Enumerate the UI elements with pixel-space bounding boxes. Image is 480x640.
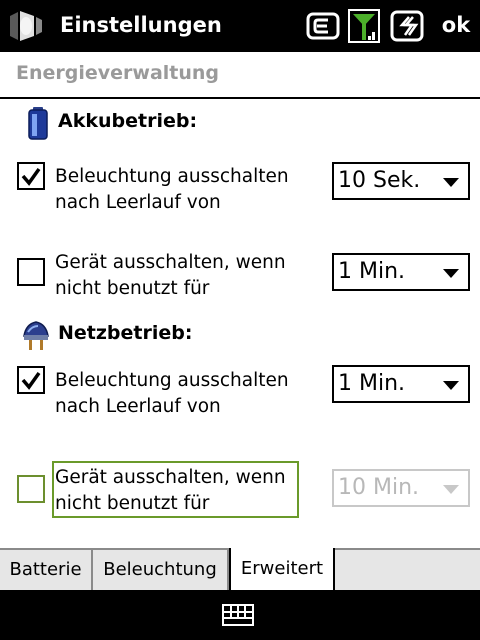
tab-bar: Batterie Beleuchtung Erweitert <box>0 548 480 592</box>
dropdown-arrow-icon <box>443 269 459 278</box>
dropdown-arrow-icon <box>443 381 459 390</box>
data-connection-icon[interactable] <box>390 8 424 44</box>
battery-backlight-checkbox[interactable] <box>17 162 45 190</box>
connectivity-icon[interactable] <box>306 8 340 44</box>
dropdown-arrow-icon <box>443 485 459 494</box>
app-title: Einstellungen <box>60 13 222 37</box>
page-title: Energieverwaltung <box>16 62 220 84</box>
header-divider <box>0 97 480 99</box>
dropdown-arrow-icon <box>443 178 459 187</box>
external-section-heading: Netzbetrieb: <box>58 322 193 344</box>
battery-icon <box>24 106 52 140</box>
start-icon[interactable] <box>4 6 48 46</box>
battery-backlight-label: Beleuchtung ausschalten nach Leerlauf vo… <box>55 166 289 213</box>
external-device-off-dropdown[interactable]: 10 Min. <box>332 469 470 507</box>
battery-backlight-dropdown[interactable]: 10 Sek. <box>332 162 470 200</box>
tab-beleuchtung[interactable]: Beleuchtung <box>93 550 229 590</box>
keyboard-icon[interactable] <box>222 604 254 626</box>
dropdown-value: 10 Sek. <box>338 168 421 193</box>
signal-icon[interactable] <box>348 8 380 44</box>
checkmark-icon <box>21 371 41 390</box>
battery-device-off-label: Gerät ausschalten, wenn nicht benutzt fü… <box>55 252 286 299</box>
tab-batterie[interactable]: Batterie <box>0 550 93 590</box>
dropdown-value: 1 Min. <box>338 371 406 396</box>
battery-device-off-checkbox[interactable] <box>17 258 45 286</box>
battery-device-off-dropdown[interactable]: 1 Min. <box>332 253 470 291</box>
external-backlight-dropdown[interactable]: 1 Min. <box>332 365 470 403</box>
dropdown-value: 1 Min. <box>338 259 406 284</box>
external-device-off-checkbox[interactable] <box>17 475 45 503</box>
softkey-bar <box>0 590 480 640</box>
title-bar: Einstellungen ok <box>0 0 480 52</box>
dropdown-value: 10 Min. <box>338 475 420 500</box>
checkmark-icon <box>21 167 41 186</box>
battery-section-heading: Akkubetrieb: <box>58 110 198 132</box>
external-backlight-label: Beleuchtung ausschalten nach Leerlauf vo… <box>55 370 289 417</box>
external-backlight-checkbox[interactable] <box>17 366 45 394</box>
ok-button[interactable]: ok <box>436 10 476 42</box>
tab-erweitert[interactable]: Erweitert <box>229 548 335 592</box>
external-device-off-label: Gerät ausschalten, wenn nicht benutzt fü… <box>55 467 286 514</box>
power-plug-icon <box>20 318 52 352</box>
